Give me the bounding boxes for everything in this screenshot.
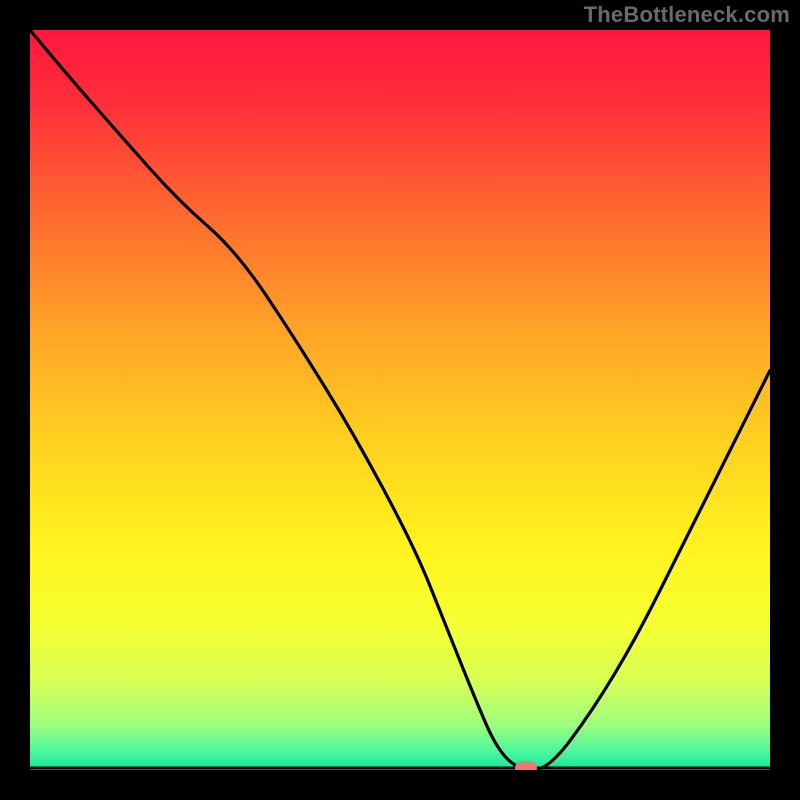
plot-area <box>30 30 770 770</box>
attribution-text: TheBottleneck.com <box>584 2 790 28</box>
bottleneck-curve <box>30 30 770 770</box>
chart-frame: TheBottleneck.com <box>0 0 800 800</box>
optimal-point-marker <box>515 761 537 770</box>
